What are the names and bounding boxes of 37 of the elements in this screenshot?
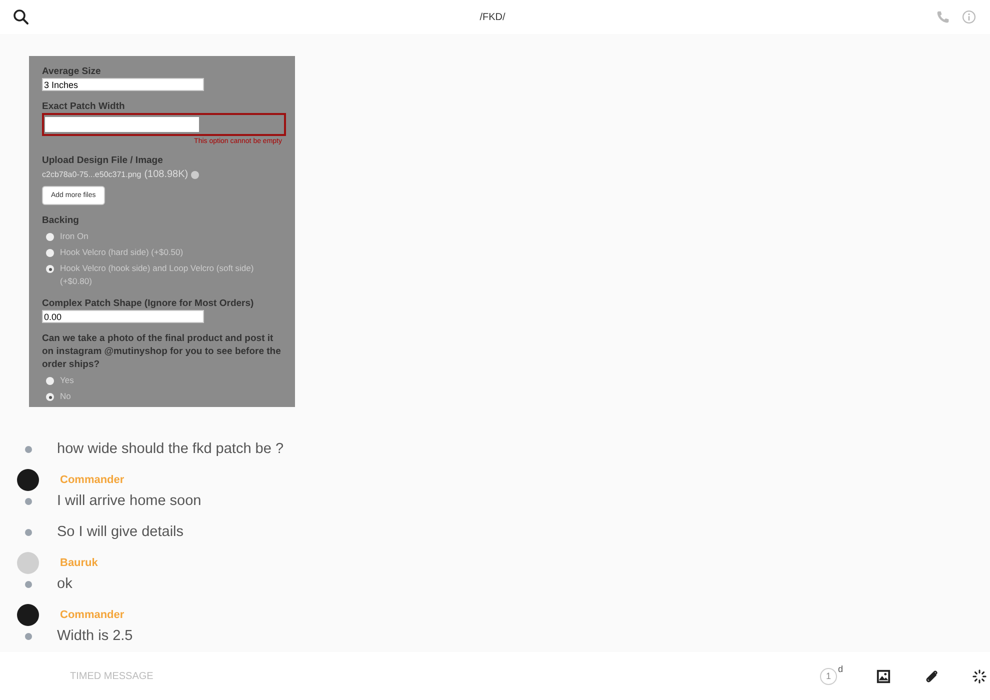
bullet-dot [25, 580, 32, 588]
field-label: Average Size [42, 65, 102, 78]
sparkle-icon[interactable] [972, 668, 987, 684]
radio-button[interactable] [46, 377, 54, 385]
option-label: Hook Velcro (hard side) (+$0.50) [60, 246, 184, 259]
message-text: ok [57, 576, 72, 592]
radio-button[interactable] [46, 393, 54, 401]
channel-title: /FKD/ [478, 12, 506, 22]
message-input[interactable]: TIMED MESSAGE [68, 670, 820, 682]
image-icon[interactable] [876, 668, 891, 684]
file-name: c2cb78a0-75...e50c371.png [42, 170, 142, 179]
message-text: So I will give details [57, 524, 184, 540]
bullet-dot [25, 528, 32, 536]
file-size: (108.98K) [144, 169, 188, 180]
field-label: Complex Patch Shape (Ignore for Most Orders) [42, 297, 255, 310]
bullet-dot [25, 498, 32, 504]
field-label: Upload Design File / Image [42, 154, 164, 167]
message-text: how wide should the fkd patch be ? [57, 441, 284, 457]
bullet-dot [25, 632, 32, 640]
text-field[interactable]: 0.00 [42, 310, 204, 323]
field-label: Can we take a photo of the final product and post it on instagram @mutinyshop for you to see before the order ships? [42, 332, 282, 371]
option-label: No [60, 390, 71, 403]
option-label: Hook Velcro (hook side) and Loop Velcro (soft side) (+$0.80) [60, 262, 255, 288]
text-field[interactable]: 3 Inches [42, 78, 204, 91]
radio-button[interactable] [46, 249, 54, 257]
paperclip-icon[interactable] [924, 668, 939, 684]
message-text: I will arrive home soon [57, 493, 202, 509]
radio-button[interactable] [46, 265, 54, 273]
search-icon[interactable] [13, 9, 29, 25]
field-label: Exact Patch Width [42, 100, 126, 113]
field-label: Backing [42, 214, 80, 227]
bullet-dot [25, 446, 32, 452]
option-label: Yes [60, 374, 74, 387]
message-text: Width is 2.5 [57, 628, 133, 644]
text-field[interactable] [42, 113, 286, 136]
option-label: Iron On [60, 230, 88, 243]
radio-button[interactable] [46, 233, 54, 241]
